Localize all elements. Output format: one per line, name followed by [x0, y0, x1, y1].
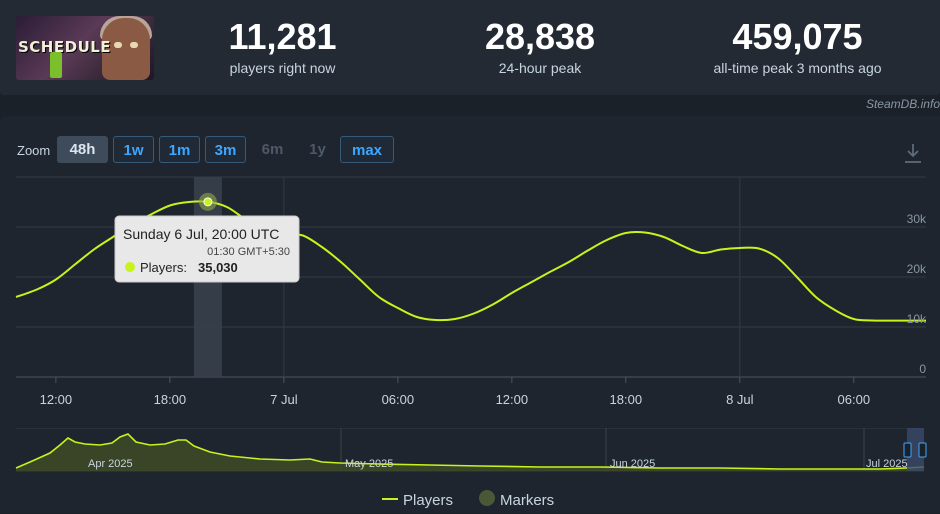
zoom-48h-button[interactable]: 48h — [57, 136, 108, 163]
stat-value: 459,075 — [732, 16, 863, 57]
zoom-1y-button: 1y — [309, 141, 326, 158]
navigator-month-label: Apr 2025 — [88, 458, 133, 470]
stat-label: players right now — [229, 60, 336, 76]
legend: Players Markers — [382, 490, 554, 509]
navigator-handle-right[interactable] — [918, 442, 927, 458]
navigator-month-label: Jul 2025 — [866, 458, 908, 470]
stat-label: all-time peak 3 months ago — [713, 60, 882, 76]
game-capsule-image[interactable]: SCHEDULE — [16, 16, 154, 80]
tooltip-series-label: Players: — [140, 260, 187, 275]
navigator-month-label: May 2025 — [345, 458, 393, 470]
tooltip-subtitle: 01:30 GMT+5:30 — [207, 246, 290, 258]
stat-all-time-peak: 459,075 all-time peak 3 months ago — [690, 16, 905, 77]
stat-value: 11,281 — [228, 16, 337, 57]
tooltip-title: Sunday 6 Jul, 20:00 UTC — [123, 226, 279, 242]
legend-markers[interactable]: Markers — [500, 492, 554, 509]
tooltip-series-dot — [125, 262, 135, 272]
tooltip-value: 35,030 — [198, 260, 238, 275]
download-icon[interactable] — [903, 142, 923, 164]
navigator-handle-left[interactable] — [903, 442, 912, 458]
game-logo-digit — [50, 52, 62, 78]
stat-label: 24-hour peak — [498, 60, 582, 76]
tooltip: Sunday 6 Jul, 20:00 UTC 01:30 GMT+5:30 P… — [114, 215, 300, 283]
zoom-1m-button[interactable]: 1m — [159, 136, 200, 163]
game-logo-text: SCHEDULE — [18, 38, 112, 56]
steamdb-credit-link[interactable]: SteamDB.info — [866, 97, 940, 111]
stats-header: SCHEDULE 11,281 players right now 28,838… — [0, 0, 940, 95]
zoom-max-button[interactable]: max — [340, 136, 394, 163]
zoom-1w-button[interactable]: 1w — [113, 136, 154, 163]
legend-players[interactable]: Players — [403, 492, 453, 509]
navigator[interactable]: Apr 2025 May 2025 Jun 2025 Jul 2025 — [0, 428, 940, 478]
zoom-label: Zoom — [17, 143, 51, 158]
stat-24h-peak: 28,838 24-hour peak — [460, 16, 620, 77]
stat-current-players: 11,281 players right now — [205, 16, 360, 77]
legend-markers-swatch — [479, 490, 495, 506]
navigator-month-label: Jun 2025 — [610, 458, 655, 470]
stat-value: 28,838 — [484, 16, 596, 57]
zoom-3m-button[interactable]: 3m — [205, 136, 246, 163]
zoom-6m-button: 6m — [261, 141, 284, 158]
